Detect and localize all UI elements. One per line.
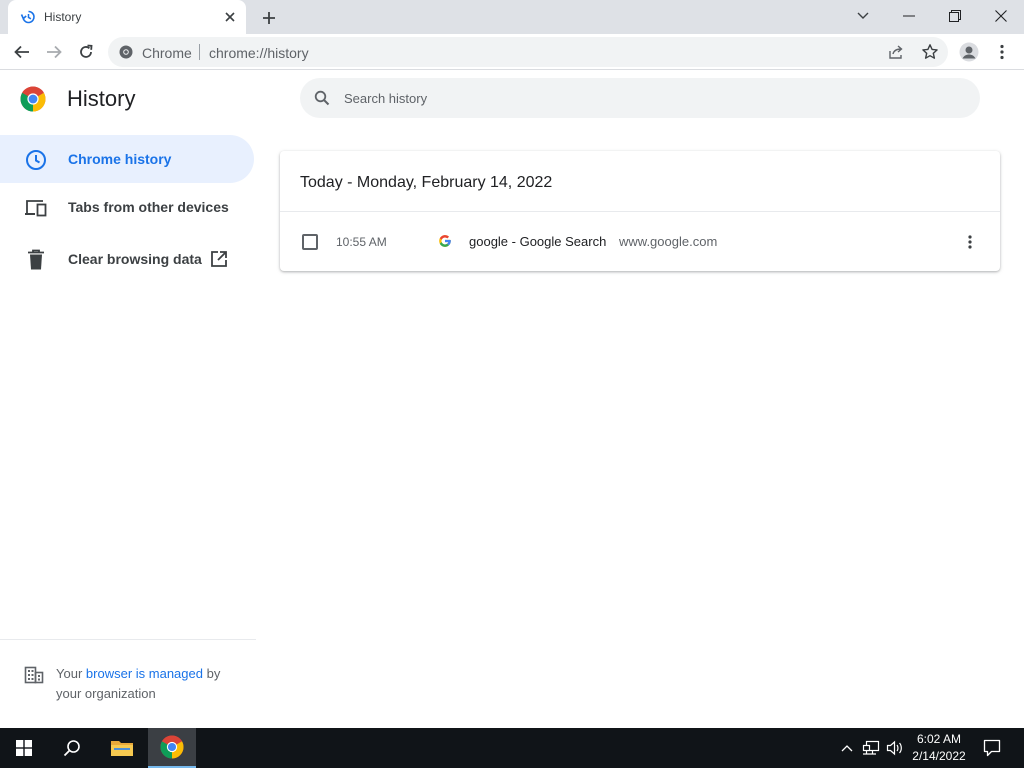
omnibox-separator (199, 44, 200, 60)
close-window-button[interactable] (986, 4, 1016, 28)
entry-domain: www.google.com (619, 234, 718, 249)
chrome-menu-icon[interactable] (990, 40, 1014, 64)
clock-time: 6:02 AM (916, 732, 962, 746)
windows-start-icon[interactable] (0, 728, 48, 768)
trash-icon (24, 248, 48, 272)
tab-search-chevron-icon[interactable] (848, 4, 878, 28)
sidebar-item-label: Tabs from other devices (68, 199, 229, 215)
url-text[interactable]: chrome://history (209, 45, 309, 61)
taskbar-search-icon[interactable] (48, 728, 96, 768)
devices-icon (24, 196, 48, 220)
entry-title-link[interactable]: google - Google Search (469, 234, 606, 249)
search-history-box[interactable] (300, 78, 980, 118)
chrome-page-icon (118, 44, 134, 60)
show-hidden-icons-chevron-icon[interactable] (837, 738, 857, 758)
google-g-icon (438, 234, 452, 248)
back-button[interactable] (10, 40, 34, 64)
tab-history[interactable]: History (8, 0, 246, 34)
taskbar-clock[interactable]: 6:02 AM 2/14/2022 (906, 731, 972, 765)
file-explorer-icon[interactable] (98, 728, 146, 768)
network-icon[interactable] (861, 738, 881, 758)
profile-avatar-icon[interactable] (957, 40, 981, 64)
sidebar-divider (0, 639, 256, 640)
history-entry: 10:55 AM google - Google Search www.goog… (280, 212, 1000, 271)
browser-toolbar: Chrome chrome://history (0, 34, 1024, 70)
clock-icon (24, 148, 48, 172)
omnibox-scheme-label: Chrome (142, 45, 192, 61)
open-in-new-icon (210, 250, 228, 268)
chrome-logo-icon (20, 86, 46, 112)
page-title: History (67, 86, 136, 111)
history-icon (20, 9, 36, 25)
entry-checkbox[interactable] (302, 234, 318, 250)
close-tab-icon[interactable] (222, 9, 238, 25)
more-actions-icon[interactable] (960, 232, 980, 252)
forward-button[interactable] (42, 40, 66, 64)
date-heading: Today - Monday, February 14, 2022 (300, 174, 553, 191)
sidebar-item-clear-browsing-data[interactable]: Clear browsing data (0, 235, 254, 283)
new-tab-button[interactable] (258, 7, 280, 29)
restore-button[interactable] (940, 4, 970, 28)
sidebar-item-label: Clear browsing data (68, 251, 202, 267)
tab-title: History (44, 10, 82, 24)
search-input[interactable] (344, 88, 944, 108)
address-bar[interactable]: Chrome chrome://history (108, 37, 948, 67)
volume-icon[interactable] (885, 738, 905, 758)
entry-time: 10:55 AM (336, 235, 387, 249)
sidebar-item-label: Chrome history (68, 151, 172, 167)
search-icon (314, 90, 330, 106)
bookmark-star-icon[interactable] (921, 43, 939, 61)
action-center-icon[interactable] (982, 738, 1002, 758)
windows-taskbar: 6:02 AM 2/14/2022 (0, 728, 1024, 768)
share-icon[interactable] (888, 44, 904, 60)
taskbar-chrome-icon[interactable] (148, 728, 196, 768)
sidebar-item-chrome-history[interactable]: Chrome history (0, 135, 254, 183)
minimize-button[interactable] (894, 4, 924, 28)
managed-link[interactable]: browser is managed (86, 666, 203, 681)
reload-button[interactable] (74, 40, 98, 64)
clock-date: 2/14/2022 (912, 749, 966, 763)
history-card: Today - Monday, February 14, 2022 10:55 … (280, 151, 1000, 271)
managed-browser-notice: Your browser is managed by your organiza… (56, 664, 236, 704)
sidebar-item-other-devices[interactable]: Tabs from other devices (0, 183, 254, 231)
building-icon (24, 664, 44, 684)
managed-prefix: Your (56, 666, 83, 681)
tab-strip: History (0, 0, 1024, 34)
